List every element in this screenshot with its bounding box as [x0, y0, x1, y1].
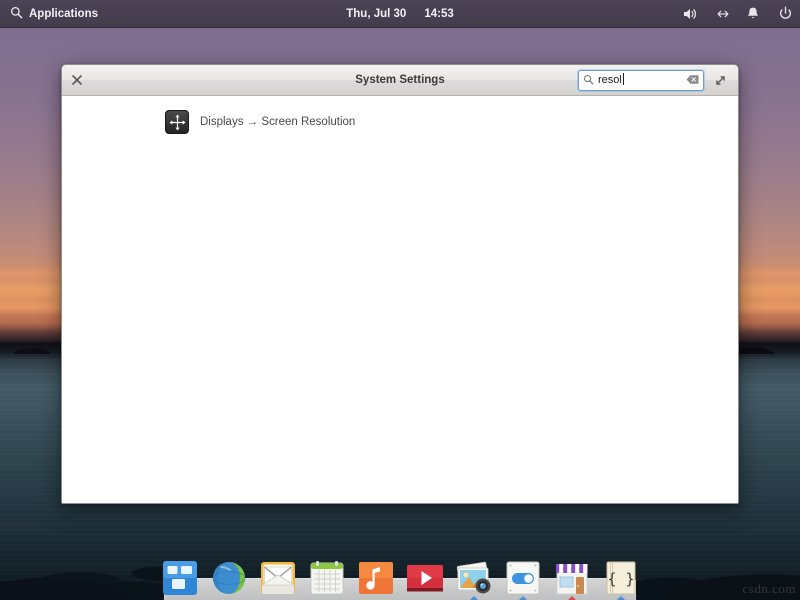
text-caret	[623, 73, 624, 85]
dock-running-indicator	[470, 596, 478, 600]
photos-icon	[454, 558, 494, 598]
dock-running-indicator	[519, 596, 527, 600]
panel-clock: Thu, Jul 30 14:53	[0, 0, 800, 28]
power-icon[interactable]	[778, 6, 794, 22]
window-maximize-button[interactable]	[708, 65, 732, 96]
clear-icon[interactable]	[686, 72, 699, 90]
video-icon	[405, 558, 445, 598]
settings-icon	[503, 558, 543, 598]
dock-item-show-applications[interactable]	[160, 558, 200, 598]
window-close-button[interactable]	[62, 65, 92, 96]
search-result-row[interactable]: Displays → Screen Resolution	[62, 106, 738, 138]
dock-item-calendar[interactable]	[307, 558, 347, 598]
maximize-icon	[714, 74, 727, 87]
software-center-icon	[552, 558, 592, 598]
dock-item-mail[interactable]	[258, 558, 298, 598]
code-editor-icon: { }	[601, 558, 641, 598]
web-browser-icon	[209, 558, 249, 598]
search-icon	[10, 6, 23, 22]
music-icon	[356, 558, 396, 598]
applications-menu-button[interactable]: Applications	[0, 0, 108, 28]
dock-item-settings[interactable]	[503, 558, 543, 598]
panel-clock-time[interactable]: 14:53	[424, 8, 453, 20]
dock-item-video[interactable]	[405, 558, 445, 598]
svg-text:{ }: { }	[607, 570, 634, 588]
system-settings-window: System Settings resol	[61, 64, 739, 504]
panel-clock-date[interactable]: Thu, Jul 30	[346, 8, 406, 20]
top-panel: Applications Thu, Jul 30 14:53	[0, 0, 800, 28]
network-icon[interactable]	[714, 6, 730, 22]
search-input-value: resol	[598, 74, 622, 86]
notification-bell-icon[interactable]	[746, 6, 762, 22]
dock-item-web-browser[interactable]	[209, 558, 249, 598]
window-content: Displays → Screen Resolution	[62, 96, 738, 504]
mail-icon	[258, 558, 298, 598]
close-icon	[72, 75, 82, 85]
volume-icon[interactable]	[682, 6, 698, 22]
search-field[interactable]: resol	[578, 70, 704, 91]
dock-item-photos[interactable]	[454, 558, 494, 598]
watermark-text: csdn.com	[743, 581, 796, 597]
dock-running-indicator	[568, 596, 576, 600]
screen-resolution-icon	[165, 110, 189, 134]
dock-running-indicator	[617, 596, 625, 600]
system-tray	[682, 0, 794, 28]
calendar-icon	[307, 558, 347, 598]
dock-items: { }	[164, 554, 636, 598]
dock-item-code-editor[interactable]: { }	[601, 558, 641, 598]
applications-menu-label: Applications	[29, 8, 98, 20]
search-icon	[583, 72, 594, 90]
dock-item-software-center[interactable]	[552, 558, 592, 598]
search-input[interactable]: resol	[598, 71, 682, 90]
window-titlebar: System Settings resol	[62, 65, 738, 96]
show-applications-icon	[160, 558, 200, 598]
search-result-label: Displays → Screen Resolution	[200, 116, 355, 128]
dock-item-music[interactable]	[356, 558, 396, 598]
